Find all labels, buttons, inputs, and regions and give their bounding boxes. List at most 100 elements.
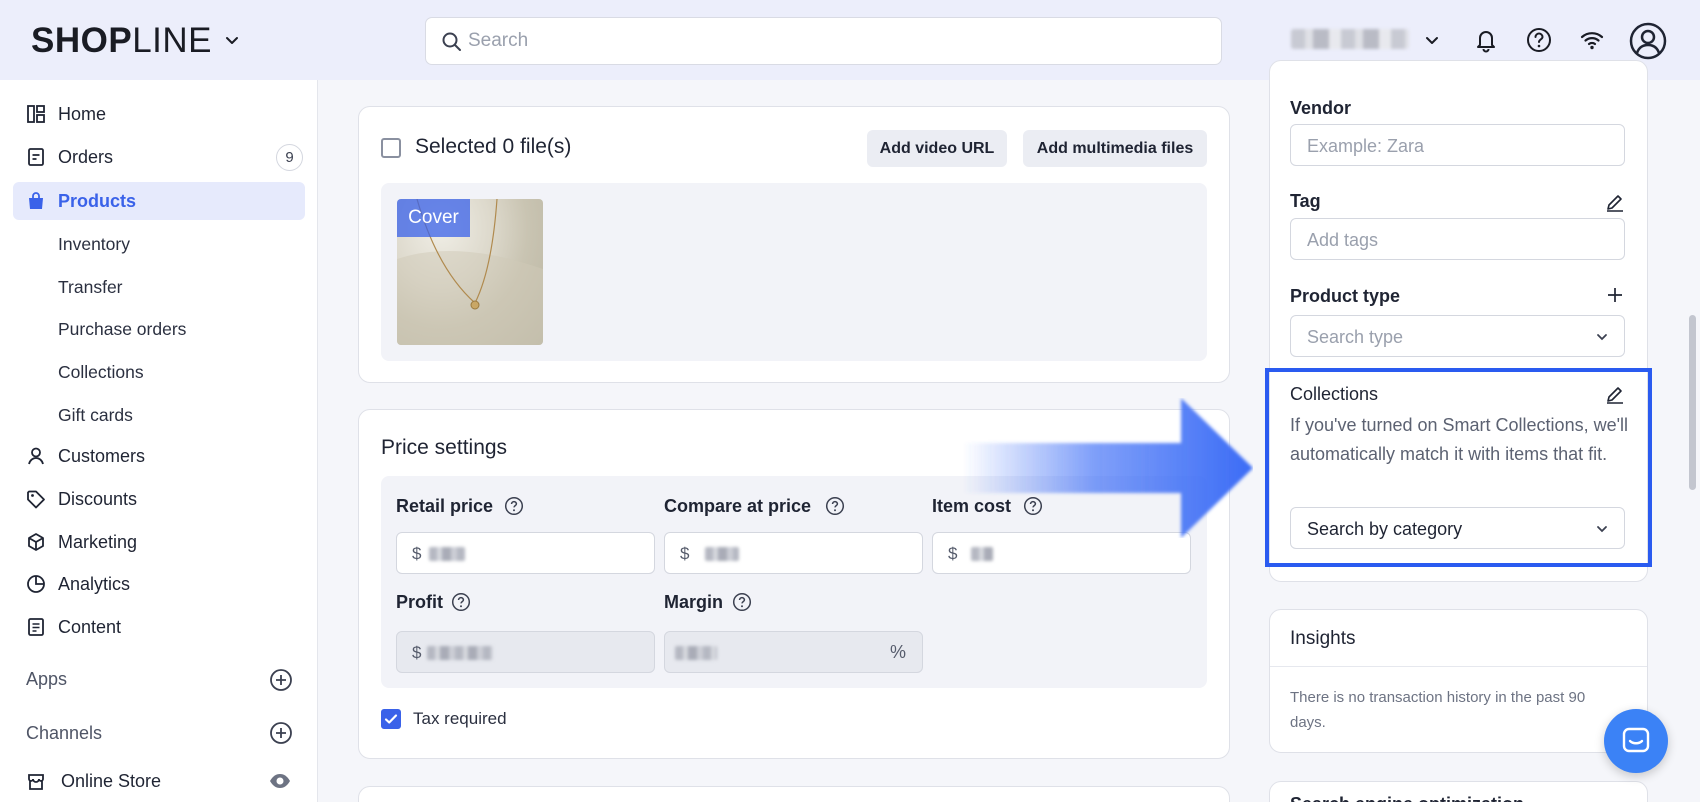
- vendor-label: Vendor: [1290, 98, 1352, 118]
- apps-section-label: Apps: [26, 669, 68, 689]
- sidebar-subitem-purchase-orders[interactable]: Purchase orders: [58, 319, 186, 340]
- sidebar-subitem-inventory[interactable]: Inventory: [58, 234, 130, 255]
- sidebar-item-label: Analytics: [58, 573, 131, 594]
- help-icon[interactable]: [451, 592, 471, 612]
- compare-at-price-input[interactable]: $: [664, 532, 923, 574]
- vendor-input[interactable]: Example: Zara: [1290, 124, 1625, 166]
- sidebar-item-content[interactable]: Content: [13, 608, 305, 646]
- help-icon[interactable]: [732, 592, 752, 612]
- blurred-value: [971, 547, 993, 561]
- add-app-icon[interactable]: [269, 668, 293, 692]
- retail-price-input[interactable]: $: [396, 532, 655, 574]
- bell-icon[interactable]: [1472, 26, 1500, 54]
- chat-icon: [1622, 727, 1650, 753]
- currency-symbol: $: [948, 544, 958, 563]
- sidebar-item-home[interactable]: Home: [13, 95, 305, 133]
- tag-input[interactable]: Add tags: [1290, 218, 1625, 260]
- store-name-blurred[interactable]: [1291, 29, 1409, 49]
- percent-symbol: %: [889, 642, 906, 662]
- margin-input: %: [664, 631, 923, 673]
- plus-icon[interactable]: [1604, 284, 1626, 306]
- logo-text-bold: SHOP: [31, 21, 133, 60]
- cover-tag: Cover: [397, 199, 470, 237]
- tax-required-label: Tax required: [413, 709, 507, 728]
- channels-section-label: Channels: [26, 723, 103, 743]
- product-image-thumbnail[interactable]: Cover: [397, 199, 543, 345]
- sidebar-subitem-collections[interactable]: Collections: [58, 362, 144, 383]
- chevron-down-icon: [1597, 334, 1607, 341]
- search-icon: [442, 32, 461, 51]
- help-icon[interactable]: [825, 496, 845, 516]
- cube-icon: [28, 533, 44, 551]
- currency-symbol: $: [412, 544, 422, 563]
- pie-icon: [27, 575, 45, 593]
- currency-symbol: $: [412, 643, 422, 662]
- help-icon[interactable]: [504, 496, 524, 516]
- chat-button[interactable]: [1604, 709, 1668, 773]
- sidebar-item-label: Products: [58, 190, 137, 211]
- insights-title: Insights: [1290, 628, 1356, 649]
- sidebar-item-orders[interactable]: Orders 9: [13, 138, 305, 176]
- media-card: Selected 0 file(s) Add video URL Add mul…: [358, 106, 1230, 383]
- help-icon[interactable]: [1525, 26, 1553, 54]
- scrollbar[interactable]: [1689, 315, 1696, 490]
- select-all-checkbox[interactable]: [381, 138, 401, 158]
- wifi-icon[interactable]: [1578, 26, 1606, 54]
- product-type-select[interactable]: Search type: [1290, 315, 1625, 357]
- compare-at-price-label: Compare at price: [664, 496, 812, 516]
- logo-text-thin: LINE: [132, 21, 213, 60]
- currency-symbol: $: [680, 544, 690, 563]
- media-gallery: Cover: [381, 183, 1207, 361]
- sidebar-subitem-transfer[interactable]: Transfer: [58, 277, 123, 298]
- sidebar-item-marketing[interactable]: Marketing: [13, 523, 305, 561]
- tax-required-checkbox[interactable]: [381, 709, 401, 729]
- collections-highlight-box: [1265, 368, 1652, 567]
- home-icon: [27, 105, 45, 123]
- sidebar-item-products[interactable]: Products: [13, 182, 305, 220]
- insights-card: Insights There is no transaction history…: [1269, 609, 1648, 753]
- store-chevron-down-icon[interactable]: [1422, 30, 1442, 50]
- blurred-value: [675, 646, 717, 660]
- search-bar[interactable]: [425, 17, 1222, 65]
- sidebar-item-label: Customers: [58, 445, 146, 466]
- search-input[interactable]: [468, 18, 1208, 64]
- sidebar-item-label: Online Store: [61, 770, 162, 791]
- sidebar-item-customers[interactable]: Customers: [13, 437, 305, 475]
- tag-icon: [27, 490, 45, 509]
- profit-input: $: [396, 631, 655, 673]
- avatar-icon[interactable]: [1629, 22, 1667, 60]
- person-icon: [28, 447, 44, 465]
- item-cost-input[interactable]: $: [932, 532, 1191, 574]
- add-multimedia-files-button[interactable]: Add multimedia files: [1023, 130, 1207, 167]
- edit-icon[interactable]: [1604, 191, 1626, 213]
- document-icon: [28, 618, 44, 636]
- sidebar-item-label: Marketing: [58, 531, 138, 552]
- sidebar-subitem-gift-cards[interactable]: Gift cards: [58, 405, 133, 426]
- sidebar-item-label: Content: [58, 616, 122, 637]
- pointer-arrow: [963, 398, 1253, 538]
- add-video-url-button[interactable]: Add video URL: [867, 130, 1007, 167]
- blurred-value: [705, 547, 739, 561]
- chevron-down-icon[interactable]: [222, 30, 242, 50]
- sidebar-item-label: Discounts: [58, 488, 138, 509]
- shopline-logo[interactable]: SHOPLINE: [31, 21, 212, 61]
- price-settings-title: Price settings: [381, 436, 508, 459]
- sidebar-item-label: Home: [58, 103, 107, 124]
- next-section-card: [358, 786, 1230, 802]
- sidebar-item-label: Orders: [58, 146, 114, 167]
- seo-card: Search engine optimization: [1269, 781, 1648, 802]
- insights-text: There is no transaction history in the p…: [1290, 689, 1586, 731]
- add-channel-icon[interactable]: [269, 721, 293, 745]
- sidebar-item-analytics[interactable]: Analytics: [13, 565, 305, 603]
- sidebar-item-discounts[interactable]: Discounts: [13, 480, 305, 518]
- profit-label: Profit: [396, 592, 443, 612]
- blurred-value: [427, 646, 493, 660]
- sidebar-item-online-store[interactable]: Online Store: [13, 762, 305, 800]
- selected-files-label: Selected 0 file(s): [415, 135, 572, 158]
- store-icon: [28, 774, 44, 790]
- seo-title: Search engine optimization: [1290, 794, 1524, 802]
- eye-icon[interactable]: [269, 772, 291, 790]
- vendor-placeholder: Example: Zara: [1307, 136, 1425, 156]
- orders-count-badge: 9: [276, 144, 303, 171]
- product-type-label: Product type: [1290, 286, 1401, 306]
